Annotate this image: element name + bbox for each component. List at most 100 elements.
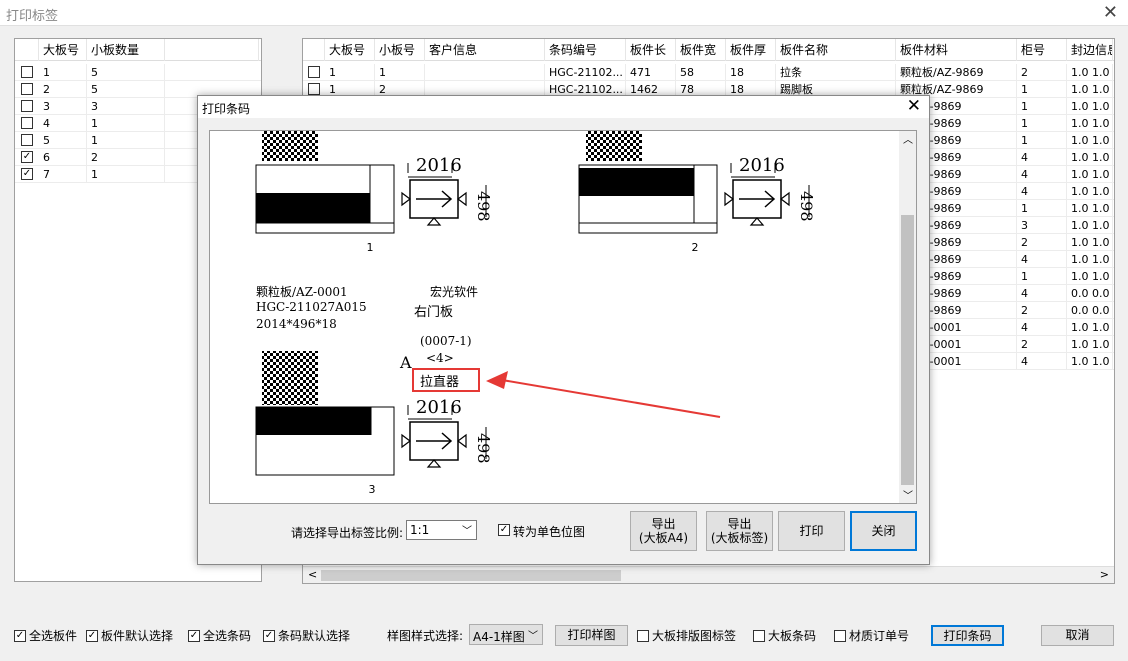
scroll-right-icon[interactable]: > (1100, 568, 1109, 581)
label-3-material: 颗粒板/AZ-0001 (256, 285, 348, 299)
board-barcode-checkbox[interactable] (753, 630, 765, 642)
chevron-down-icon: ﹀ (462, 526, 472, 537)
scroll-left-icon[interactable]: < (308, 568, 317, 581)
column-header[interactable]: 封边信息 (1067, 39, 1113, 61)
column-header[interactable]: 大板号 (39, 39, 87, 61)
vertical-scroll-thumb[interactable] (901, 215, 914, 485)
part-count-cell: 5 (87, 81, 165, 98)
default-parts-checkbox[interactable]: ✓ (86, 630, 98, 642)
mono-bitmap-label: 转为单色位图 (513, 525, 586, 539)
column-header[interactable]: 板件材料 (896, 39, 1017, 61)
label-3-number: 3 (369, 483, 376, 496)
row-checkbox[interactable]: ✓ (21, 151, 33, 163)
table-cell: 1 (1017, 268, 1067, 285)
table-cell: 1 (1017, 115, 1067, 132)
label-1-dim-side: 498 (474, 191, 493, 222)
table-row[interactable]: 1 1 HGC-21102... 471 58 18 拉条 颗粒板/AZ-9869 2 1.0 1… (303, 64, 1114, 81)
select-all-codes-label: 全选条码 (203, 629, 252, 643)
export-a4-line1: 导出 (651, 517, 676, 531)
table-cell: 1.0 1.0 1 (1067, 336, 1113, 353)
board-number-cell: 7 (39, 166, 87, 183)
column-header[interactable] (165, 39, 259, 61)
column-header[interactable]: 小板号 (375, 39, 425, 61)
part-count-cell: 1 (87, 132, 165, 149)
table-cell: 1 (1017, 132, 1067, 149)
scroll-down-icon[interactable]: ﹀ (903, 487, 913, 502)
table-cell: 1.0 1.0 1 (1067, 132, 1113, 149)
row-checkbox[interactable]: ✓ (21, 168, 33, 180)
table-cell: 1.0 1.0 1 (1067, 98, 1113, 115)
table-cell: 1 (375, 64, 425, 81)
table-cell: 0.0 0.0 0 (1067, 285, 1113, 302)
table-cell: 4 (1017, 353, 1067, 370)
table-cell: 4 (1017, 149, 1067, 166)
style-select[interactable]: A4-1样图 ﹀ (469, 624, 543, 645)
window-close-icon[interactable]: ✕ (1103, 2, 1118, 23)
row-checkbox[interactable] (308, 66, 320, 78)
column-header[interactable]: 小板数量 (87, 39, 165, 61)
table-cell: 1.0 1.0 1 (1067, 183, 1113, 200)
table-cell: 4 (1017, 166, 1067, 183)
print-button[interactable]: 打印 (778, 511, 845, 551)
column-header[interactable]: 板件厚 (726, 39, 776, 61)
print-barcode-button[interactable]: 打印条码 (931, 625, 1004, 646)
scroll-up-icon[interactable]: ︿ (903, 131, 913, 146)
column-header[interactable]: 柜号 (1017, 39, 1067, 61)
print-sample-button[interactable]: 打印样图 (555, 625, 628, 646)
column-header[interactable]: 条码编号 (545, 39, 626, 61)
part-count-cell: 2 (87, 149, 165, 166)
column-header[interactable]: 大板号 (325, 39, 375, 61)
table-cell: 1.0 1.0 1 (1067, 234, 1113, 251)
dialog-close-icon[interactable]: ✕ (907, 96, 921, 116)
column-header[interactable]: 板件名称 (776, 39, 896, 61)
horizontal-scrollbar[interactable]: < > (303, 566, 1114, 583)
style-select-value: A4-1样图 (473, 630, 525, 644)
scale-select[interactable]: 1:1 ﹀ (406, 520, 477, 540)
close-button[interactable]: 关闭 (850, 511, 917, 551)
select-all-parts-checkbox[interactable]: ✓ (14, 630, 26, 642)
column-header[interactable] (303, 39, 325, 61)
row-checkbox[interactable] (21, 66, 33, 78)
select-all-parts-label: 全选板件 (29, 629, 78, 643)
row-checkbox[interactable] (308, 83, 320, 95)
cancel-button[interactable]: 取消 (1041, 625, 1114, 646)
dialog-titlebar: 打印条码 ✕ (198, 96, 929, 118)
table-cell: 1 (1017, 200, 1067, 217)
part-count-cell: 1 (87, 166, 165, 183)
select-all-codes-checkbox[interactable]: ✓ (188, 630, 200, 642)
column-header[interactable]: 客户信息 (425, 39, 545, 61)
board-layout-label-checkbox[interactable] (637, 630, 649, 642)
table-cell: 1.0 1.0 1 (1067, 217, 1113, 234)
default-codes-checkbox[interactable]: ✓ (263, 630, 275, 642)
export-label-button[interactable]: 导出 (大板标签) (706, 511, 773, 551)
preview-vertical-scrollbar[interactable]: ︿ ﹀ (899, 131, 916, 503)
column-header[interactable]: 板件宽 (676, 39, 726, 61)
export-a4-line2: (大板A4) (638, 531, 689, 545)
part-count-cell: 1 (87, 115, 165, 132)
mono-bitmap-checkbox[interactable]: ✓ (498, 524, 510, 536)
row-checkbox[interactable] (21, 100, 33, 112)
table-cell: 1 (325, 64, 375, 81)
export-a4-button[interactable]: 导出 (大板A4) (630, 511, 697, 551)
table-cell: 4 (1017, 319, 1067, 336)
column-header[interactable]: 板件长 (626, 39, 676, 61)
board-number-cell: 2 (39, 81, 87, 98)
window-titlebar: 打印标签 ✕ (0, 0, 1128, 26)
horizontal-scroll-thumb[interactable] (321, 570, 621, 581)
table-cell: 拉条 (776, 64, 896, 81)
label-3-letter: A (400, 353, 412, 372)
table-cell: 1.0 1.0 1 (1067, 353, 1113, 370)
row-checkbox[interactable] (21, 134, 33, 146)
label-3-part-name: 右门板 (414, 305, 454, 320)
scale-label: 请选择导出标签比例: (291, 526, 404, 540)
row-checkbox[interactable] (21, 83, 33, 95)
table-cell: 1 (1017, 81, 1067, 98)
table-row[interactable]: 15 (15, 64, 261, 81)
scale-select-value: 1:1 (410, 523, 430, 537)
print-barcode-dialog: 打印条码 ✕ 2016 498 1 2016 498 2 2016 498 3 … (197, 95, 930, 565)
row-checkbox[interactable] (21, 117, 33, 129)
label-preview-area: 2016 498 1 2016 498 2 2016 498 3 颗粒板/AZ-… (209, 130, 917, 504)
material-order-checkbox[interactable] (834, 630, 846, 642)
qr-code-icon (262, 351, 318, 405)
column-header[interactable] (15, 39, 39, 61)
